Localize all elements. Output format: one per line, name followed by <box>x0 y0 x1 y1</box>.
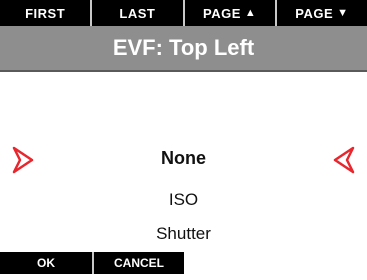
title-bar: EVF: Top Left <box>0 26 367 72</box>
page-down-softkey[interactable]: PAGE ▼ <box>274 0 367 26</box>
cancel-label: CANCEL <box>114 256 164 270</box>
triangle-up-icon: ▲ <box>244 7 257 19</box>
bottom-button-bar: OK CANCEL <box>0 252 367 280</box>
right-arrow-icon[interactable] <box>333 145 355 175</box>
ok-label: OK <box>37 256 55 270</box>
ok-button[interactable]: OK <box>0 252 92 274</box>
first-softkey[interactable]: FIRST <box>0 0 90 26</box>
last-label: LAST <box>119 5 156 21</box>
option-iso[interactable]: ISO <box>0 190 367 210</box>
page-up-label: PAGE <box>202 5 241 21</box>
page-up-softkey[interactable]: PAGE ▲ <box>182 0 275 26</box>
page-title: EVF: Top Left <box>112 35 255 60</box>
left-arrow-icon[interactable] <box>12 145 34 175</box>
last-softkey[interactable]: LAST <box>90 0 182 26</box>
triangle-down-icon: ▼ <box>337 7 349 19</box>
option-none[interactable]: None <box>0 148 367 169</box>
option-shutter[interactable]: Shutter <box>0 224 367 244</box>
page-down-label: PAGE <box>295 5 334 21</box>
option-list: None ISO Shutter <box>0 72 367 250</box>
first-label: FIRST <box>25 5 66 21</box>
cancel-button[interactable]: CANCEL <box>92 252 184 274</box>
